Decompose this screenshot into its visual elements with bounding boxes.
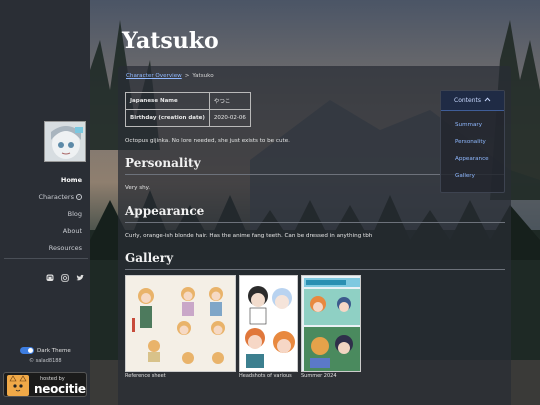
nav-item-about[interactable]: About bbox=[39, 227, 82, 244]
contents-item-gallery[interactable]: Gallery bbox=[455, 173, 475, 179]
arrow-circle-icon: › bbox=[76, 194, 82, 200]
personality-text: Very shy. bbox=[125, 185, 150, 191]
contents-item-appearance[interactable]: Appearance bbox=[455, 156, 489, 162]
theme-toggle-row: Dark Theme bbox=[20, 347, 71, 354]
social-links bbox=[46, 267, 84, 282]
contents-toggle-button[interactable]: Contents bbox=[441, 91, 504, 111]
gallery-image-reference-sheet[interactable] bbox=[125, 275, 236, 372]
twitter-icon[interactable] bbox=[76, 267, 84, 281]
avatar bbox=[44, 121, 86, 162]
neocities-logo-text: neocities bbox=[34, 382, 87, 396]
dark-theme-label: Dark Theme bbox=[37, 347, 71, 354]
nav-item-blog[interactable]: Blog bbox=[39, 210, 82, 227]
breadcrumb: Character Overview > Yatsuko bbox=[126, 73, 214, 79]
info-value: 2020-02-06 bbox=[208, 109, 251, 127]
info-table: Japanese Name やつこ Birthday (creation dat… bbox=[125, 92, 251, 127]
info-key: Birthday (creation date) bbox=[125, 109, 210, 127]
sidebar-divider bbox=[4, 258, 88, 259]
main-nav: Home Characters › Blog About Resources bbox=[39, 176, 82, 261]
heading-appearance: Appearance bbox=[125, 204, 505, 223]
breadcrumb-link-character-overview[interactable]: Character Overview bbox=[126, 73, 182, 79]
nav-item-home[interactable]: Home bbox=[39, 176, 82, 193]
neocities-cat-icon bbox=[7, 375, 29, 396]
contents-label: Contents bbox=[454, 97, 481, 104]
chevron-up-icon bbox=[484, 97, 491, 104]
gallery-caption: Reference sheet bbox=[125, 373, 166, 379]
appearance-text: Curly, orange-ish blonde hair. Has the a… bbox=[125, 233, 373, 239]
intro-text: Octopus gijinka. No lore needed, she jus… bbox=[125, 138, 290, 144]
gallery-image-summer-2024[interactable] bbox=[301, 275, 361, 372]
breadcrumb-current: Yatsuko bbox=[192, 73, 214, 79]
gallery-caption: Headshots of various bbox=[239, 373, 292, 379]
page-title: Yatsuko bbox=[122, 28, 219, 54]
sidebar: Home Characters › Blog About Resources Da… bbox=[0, 0, 90, 405]
contents-item-personality[interactable]: Personality bbox=[455, 139, 486, 145]
instagram-icon[interactable] bbox=[61, 267, 69, 282]
nav-item-characters-label: Characters bbox=[38, 193, 74, 201]
info-key: Japanese Name bbox=[125, 92, 210, 110]
neocities-badge[interactable]: hosted by neocities bbox=[3, 372, 87, 397]
info-value: やつこ bbox=[208, 92, 251, 110]
dark-theme-toggle[interactable] bbox=[20, 347, 34, 354]
table-of-contents: Contents Summary Personality Appearance … bbox=[440, 90, 505, 193]
gallery-caption: Summer 2024 bbox=[301, 373, 337, 379]
contents-item-summary[interactable]: Summary bbox=[455, 122, 482, 128]
copyright-text: © salad8188 bbox=[29, 358, 62, 364]
nav-item-characters[interactable]: Characters › bbox=[39, 193, 82, 210]
table-row: Birthday (creation date) 2020-02-06 bbox=[125, 109, 251, 127]
table-row: Japanese Name やつこ bbox=[125, 92, 251, 110]
gallery-image-headshots[interactable] bbox=[239, 275, 298, 372]
breadcrumb-separator: > bbox=[184, 73, 190, 79]
mastodon-icon[interactable] bbox=[46, 267, 54, 281]
heading-gallery: Gallery bbox=[125, 251, 505, 270]
